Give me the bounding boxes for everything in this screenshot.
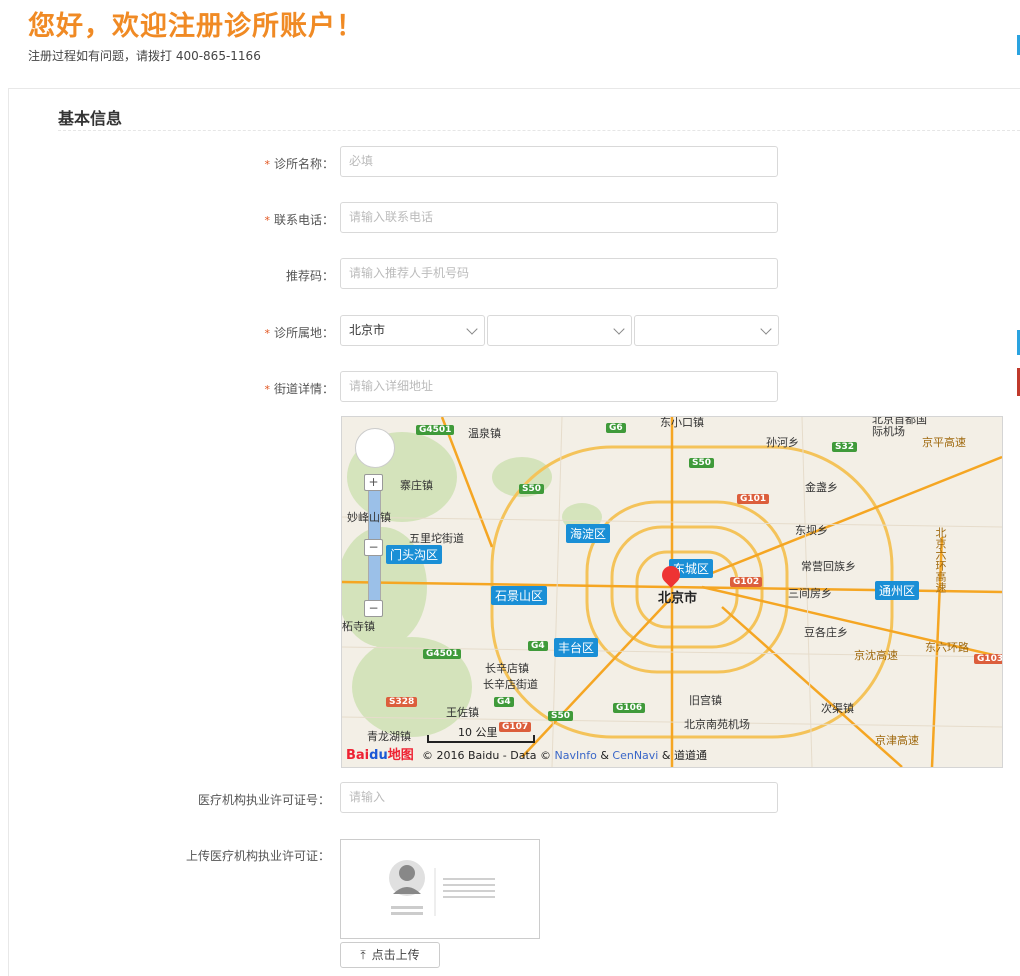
map-place-label: 寨庄镇 <box>400 479 433 492</box>
map-place-label: 长辛店街道 <box>483 678 538 691</box>
referral-label: 推荐码： <box>285 269 334 283</box>
map-road-badge: S50 <box>519 484 545 494</box>
map-highway-label: 京沈高速 <box>854 649 898 662</box>
map-road-badge: G101 <box>737 494 770 504</box>
map-district-label: 丰台区 <box>554 638 599 657</box>
map-place-label: 次渠镇 <box>821 702 854 715</box>
baidu-map-logo: Baidu地图 <box>346 748 414 763</box>
required-mark: * <box>264 383 270 396</box>
map-district-label: 通州区 <box>875 581 920 600</box>
required-mark: * <box>264 327 270 340</box>
id-card-placeholder-icon <box>389 860 495 916</box>
map-place-label: 东坝乡 <box>795 524 828 537</box>
street-input[interactable]: 请输入详细地址 <box>340 371 778 402</box>
map-place-label: 豆各庄乡 <box>804 626 848 639</box>
phone-label: * 联系电话： <box>264 213 334 227</box>
map-copyright: © 2016 Baidu - Data © NavInfo & CenNavi … <box>422 749 707 762</box>
section-title: 基本信息 <box>58 109 123 128</box>
section-divider <box>58 130 1020 131</box>
map-road-badge: G107 <box>499 722 532 732</box>
map-highway-label: 东六环路 <box>925 641 969 654</box>
province-select[interactable]: 北京市 <box>340 315 485 346</box>
map-place-label: 孙河乡 <box>766 436 799 449</box>
map-road-badge: G4 <box>528 641 548 651</box>
clinic-name-input[interactable]: 必填 <box>340 146 778 177</box>
map-road-badge: G6 <box>606 423 626 433</box>
license-image-preview <box>340 839 540 939</box>
map-highway-label: 北京六环高速 <box>934 527 947 593</box>
map-road-badge: G4 <box>494 697 514 707</box>
map-road-badge: G4501 <box>416 425 455 435</box>
map-place-label: 温泉镇 <box>468 427 501 440</box>
city-select[interactable] <box>487 315 632 346</box>
page-title: 您好，欢迎注册诊所账户！ <box>28 11 364 42</box>
map-district-label: 石景山区 <box>491 586 548 605</box>
map-road-badge: S50 <box>689 458 715 468</box>
map-place-label: 三间房乡 <box>788 587 832 600</box>
map-place-label: 旧宫镇 <box>689 694 722 707</box>
street-label: * 街道详情： <box>264 382 334 396</box>
zoom-handle[interactable]: − <box>364 539 383 556</box>
referral-input[interactable]: 请输入推荐人手机号码 <box>340 258 778 289</box>
zoom-out-button[interactable]: − <box>364 600 383 617</box>
region-label: * 诊所属地： <box>264 326 334 340</box>
chevron-down-icon <box>613 323 625 335</box>
license-number-input[interactable]: 请输入 <box>340 782 778 813</box>
map-road-badge: G102 <box>730 577 763 587</box>
phone-input[interactable]: 请输入联系电话 <box>340 202 778 233</box>
map-road-badge: G4501 <box>423 649 462 659</box>
map-place-label: 王佐镇 <box>446 706 479 719</box>
map-road-badge: S328 <box>386 697 418 707</box>
zoom-in-button[interactable]: + <box>364 474 383 491</box>
cennavi-link[interactable]: CenNavi <box>612 749 658 762</box>
required-mark: * <box>264 214 270 227</box>
map-place-label: 常营回族乡 <box>801 560 856 573</box>
district-select[interactable] <box>634 315 779 346</box>
map-city-label: 北京市 <box>658 591 698 606</box>
map-road-badge: S32 <box>832 442 858 452</box>
map-place-label: 柘寺镇 <box>342 620 375 633</box>
map-place-label: 五里坨街道 <box>409 532 464 545</box>
map-place-label: 青龙湖镇 <box>367 730 411 743</box>
map-place-label: 金盏乡 <box>805 481 838 494</box>
map-highway-label: 京平高速 <box>922 436 966 449</box>
location-map[interactable]: + − − 海淀区 东城区 门头沟区 石景山区 丰台区 通州区 温泉镇 东小口镇… <box>341 416 1003 768</box>
clinic-name-label: * 诊所名称： <box>264 157 334 171</box>
map-place-label: 妙峰山镇 <box>347 511 391 524</box>
map-highway-label: 京津高速 <box>875 734 919 747</box>
chevron-down-icon <box>466 323 478 335</box>
pan-control[interactable] <box>355 428 395 468</box>
map-place-label: 长辛店镇 <box>485 662 529 675</box>
license-number-label: 医疗机构执业许可证号： <box>197 793 330 807</box>
map-place-label: 北京南苑机场 <box>684 718 750 731</box>
map-road-badge: G106 <box>613 703 646 713</box>
map-district-label: 海淀区 <box>566 524 611 543</box>
map-district-label: 门头沟区 <box>386 545 443 564</box>
map-road-badge: S50 <box>548 711 574 721</box>
map-place-label: 东小口镇 <box>660 416 704 429</box>
chevron-down-icon <box>760 323 772 335</box>
license-upload-label: 上传医疗机构执业许可证： <box>185 849 330 863</box>
required-mark: * <box>264 158 270 171</box>
map-road-badge: G103 <box>974 654 1002 664</box>
map-scale-bar <box>427 735 535 743</box>
navinfo-link[interactable]: NavInfo <box>555 749 597 762</box>
upload-icon: ⤒ <box>360 948 366 962</box>
upload-button[interactable]: ⤒ 点击上传 <box>340 942 440 968</box>
help-phone-text: 注册过程如有问题，请拨打 400-865-1166 <box>28 49 261 63</box>
